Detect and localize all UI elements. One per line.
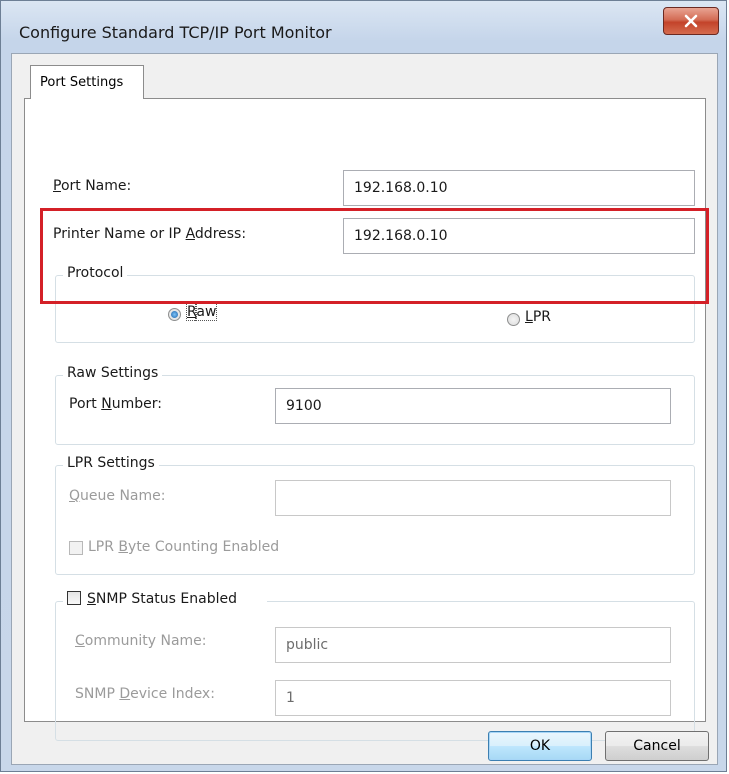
printer-address-input[interactable]: 192.168.0.10 — [343, 218, 695, 254]
protocol-group — [55, 275, 695, 343]
lpr-radio-label[interactable]: LPR — [525, 309, 551, 325]
tab-port-settings[interactable]: Port Settings — [30, 65, 144, 99]
snmp-group — [55, 601, 695, 741]
port-settings-panel: Port Name: 192.168.0.10 Printer Name or … — [24, 98, 706, 741]
raw-radio-label[interactable]: Raw — [185, 303, 218, 321]
queue-name-label: Queue Name: — [69, 488, 166, 504]
queue-name-input[interactable] — [275, 480, 671, 516]
lpr-byte-counting-checkbox[interactable] — [69, 541, 83, 555]
snmp-status-label[interactable]: SNMP Status Enabled — [87, 591, 237, 607]
ok-button[interactable]: OK — [488, 731, 592, 761]
community-name-input[interactable]: public — [275, 627, 671, 663]
raw-settings-title: Raw Settings — [63, 365, 163, 381]
window-title: Configure Standard TCP/IP Port Monitor — [19, 23, 332, 42]
lpr-byte-counting-label[interactable]: LPR Byte Counting Enabled — [88, 539, 279, 555]
community-name-label: Community Name: — [75, 633, 207, 649]
snmp-device-index-label: SNMP Device Index: — [75, 686, 215, 702]
close-button[interactable] — [663, 7, 719, 35]
cancel-button[interactable]: Cancel — [605, 731, 709, 761]
port-number-label: Port Number: — [69, 396, 162, 412]
snmp-status-checkbox[interactable] — [67, 591, 81, 605]
port-name-label: Port Name: — [53, 178, 132, 194]
port-number-input[interactable]: 9100 — [275, 388, 671, 424]
raw-radio[interactable] — [168, 308, 181, 321]
printer-address-label: Printer Name or IP Address: — [53, 226, 247, 242]
dialog-window: Configure Standard TCP/IP Port Monitor P… — [0, 0, 727, 772]
port-name-input[interactable]: 192.168.0.10 — [343, 170, 695, 206]
dialog-client-area: Port Settings Port Name: 192.168.0.10 Pr… — [11, 53, 718, 765]
snmp-device-index-input[interactable]: 1 — [275, 680, 671, 716]
protocol-group-title: Protocol — [63, 265, 128, 281]
snmp-group-header: SNMP Status Enabled — [63, 591, 267, 607]
lpr-radio[interactable] — [507, 313, 520, 326]
close-icon — [684, 14, 698, 28]
lpr-settings-title: LPR Settings — [63, 455, 159, 471]
